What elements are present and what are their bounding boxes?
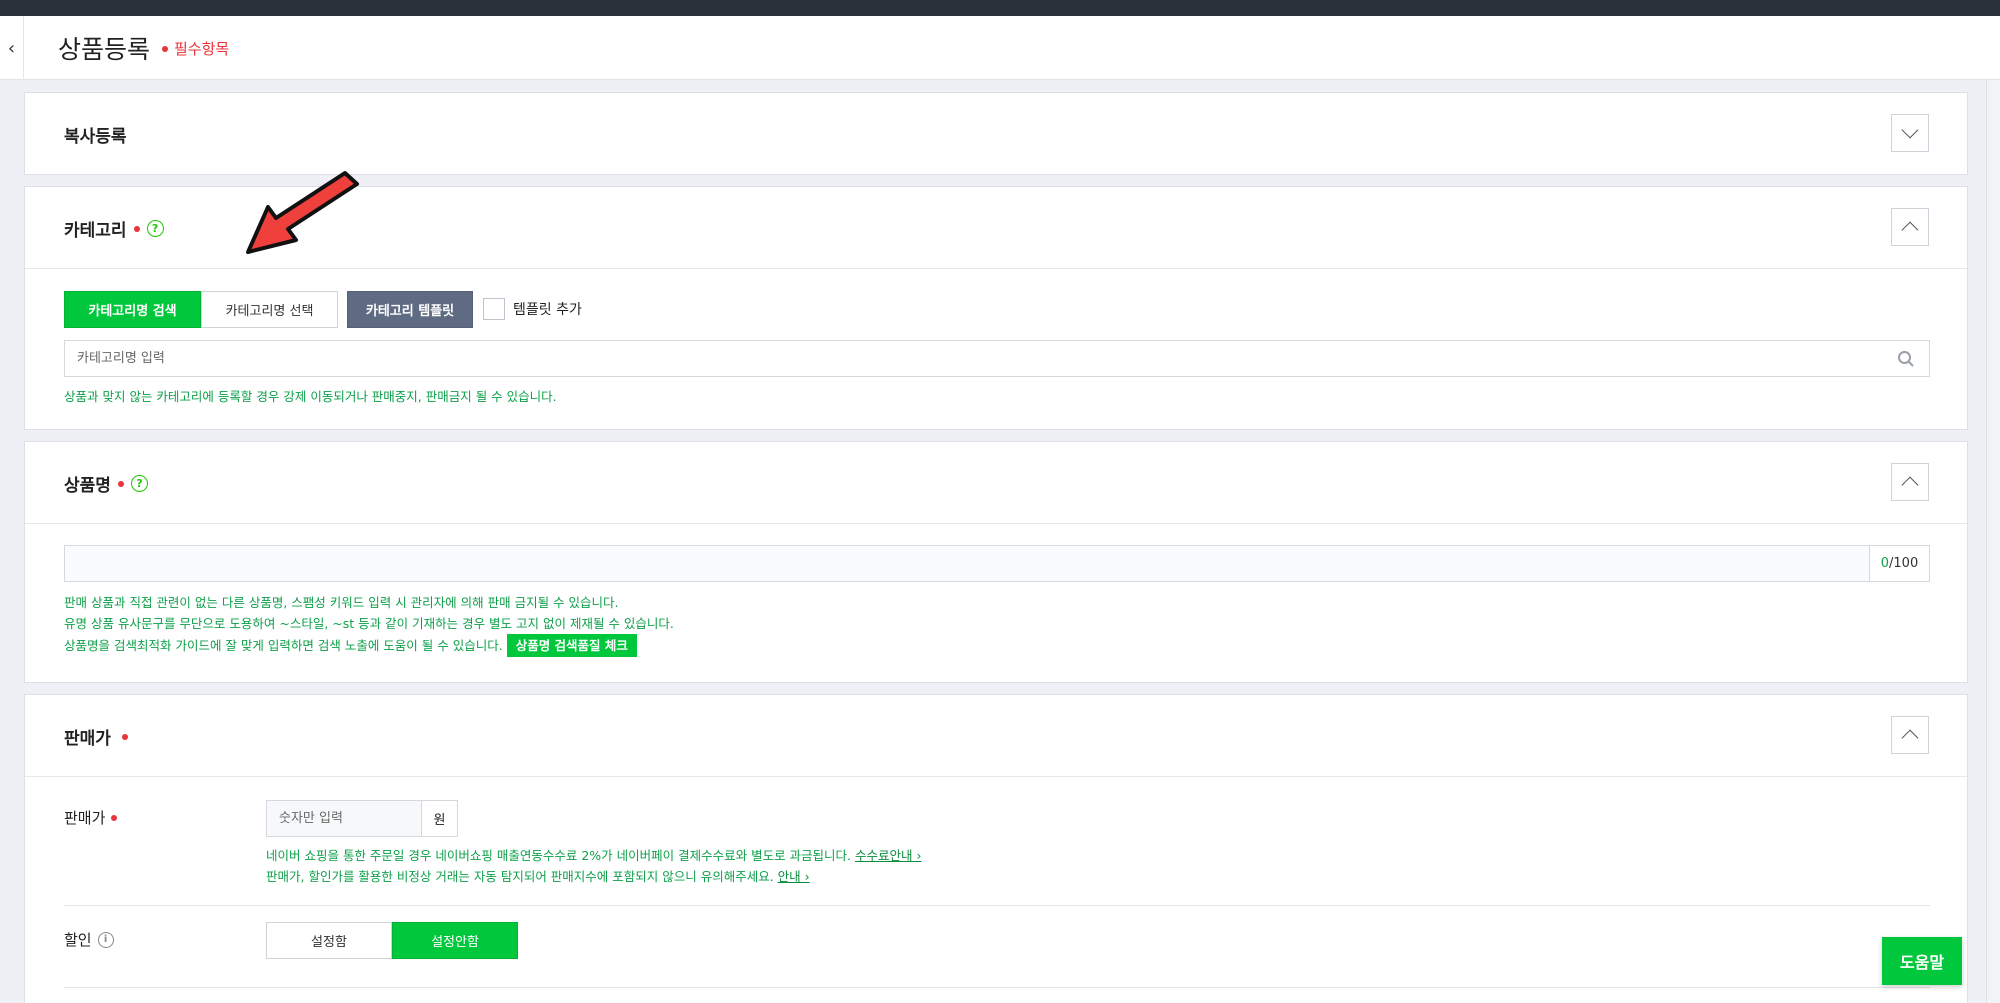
divider (64, 987, 1930, 988)
abnormal-trade-guide-link[interactable]: 안내 › (778, 869, 810, 884)
required-dot-icon (162, 45, 168, 52)
price-input[interactable] (267, 801, 417, 836)
currency-unit: 원 (421, 801, 457, 836)
discount-label: 할인 i (64, 929, 114, 950)
tab-category-search[interactable]: 카테고리명 검색 (64, 291, 201, 328)
note-line: 판매가, 할인가를 활용한 비정상 거래는 자동 탐지되어 판매지수에 포함되지… (266, 866, 921, 887)
required-note-text: 필수항목 (174, 40, 230, 58)
product-name-field: 0/100 (64, 545, 1930, 582)
collapse-section-button[interactable] (1891, 716, 1929, 754)
category-warning-note: 상품과 맞지 않는 카테고리에 등록할 경우 강제 이동되거나 판매중지, 판매… (64, 389, 557, 404)
quality-check-button[interactable]: 상품명 검색품질 체크 (506, 634, 637, 657)
category-search-input[interactable] (65, 341, 1929, 376)
annotation-arrow-icon (246, 171, 359, 254)
help-circle-icon[interactable]: ? (130, 475, 148, 492)
copy-register-section: 복사등록 (24, 92, 1968, 175)
note-line: 상품명을 검색최적화 가이드에 잘 맞게 입력하면 검색 노출에 도움이 될 수… (64, 634, 674, 657)
required-dot-icon (121, 733, 128, 740)
template-add-checkbox[interactable] (483, 298, 505, 320)
chevron-up-icon (1901, 729, 1919, 747)
section-title: 복사등록 (64, 127, 127, 147)
product-name-title: 상품명 ? (64, 471, 148, 496)
note-text: 상품명을 검색최적화 가이드에 잘 맞게 입력하면 검색 노출에 도움이 될 수… (64, 638, 503, 653)
price-label: 판매가 (64, 807, 118, 828)
tab-category-select[interactable]: 카테고리명 선택 (201, 291, 338, 328)
required-dot-icon (111, 814, 118, 821)
note-text: 네이버 쇼핑을 통한 주문일 경우 네이버쇼핑 매출연동수수료 2%가 네이버페… (266, 848, 852, 863)
category-title: 카테고리 ? (64, 216, 164, 241)
required-dot-icon (133, 225, 140, 232)
search-icon[interactable] (1897, 350, 1915, 368)
note-text: 판매가, 할인가를 활용한 비정상 거래는 자동 탐지되어 판매지수에 포함되지… (266, 869, 774, 884)
price-notes: 네이버 쇼핑을 통한 주문일 경우 네이버쇼핑 매출연동수수료 2%가 네이버페… (266, 845, 921, 887)
product-name-input[interactable] (65, 546, 1871, 581)
chevron-down-icon (1901, 121, 1919, 139)
section-title: 카테고리 (64, 221, 127, 241)
product-name-notes: 판매 상품과 직접 관련이 없는 다른 상품명, 스팸성 키워드 입력 시 관리… (64, 592, 674, 657)
char-counter: 0/100 (1869, 546, 1929, 581)
chevron-up-icon (1901, 476, 1919, 494)
template-add-label: 템플릿 추가 (513, 302, 582, 318)
price-field: 원 (266, 800, 458, 837)
char-counter-current: 0 (1880, 556, 1890, 571)
expand-section-button[interactable] (1891, 114, 1929, 152)
discount-on-button[interactable]: 설정함 (266, 922, 392, 959)
price-label-text: 판매가 (64, 809, 106, 827)
required-note: 필수항목 (162, 38, 229, 59)
help-circle-icon[interactable]: ? (146, 220, 164, 237)
chevron-left-icon[interactable]: ‹ (0, 16, 24, 80)
top-bar (0, 0, 2000, 16)
required-dot-icon (117, 480, 124, 487)
char-counter-max: /100 (1889, 556, 1919, 571)
discount-label-text: 할인 (64, 931, 92, 949)
collapse-section-button[interactable] (1891, 463, 1929, 501)
discount-off-button[interactable]: 설정안함 (392, 922, 518, 959)
note-line: 네이버 쇼핑을 통한 주문일 경우 네이버쇼핑 매출연동수수료 2%가 네이버페… (266, 845, 921, 866)
price-section: 판매가 판매가 원 네이버 쇼핑을 통한 주문일 경우 네이버쇼핑 매출연동수수… (24, 694, 1968, 1003)
collapse-section-button[interactable] (1891, 208, 1929, 246)
help-button[interactable]: 도움말 (1882, 937, 1962, 985)
chevron-up-icon (1901, 221, 1919, 239)
info-circle-icon[interactable]: i (97, 931, 114, 948)
section-title: 판매가 (64, 729, 111, 749)
page-scrollbar[interactable] (1986, 80, 2000, 1003)
price-title: 판매가 (64, 724, 128, 749)
note-line: 판매 상품과 직접 관련이 없는 다른 상품명, 스팸성 키워드 입력 시 관리… (64, 595, 619, 610)
category-template-button[interactable]: 카테고리 템플릿 (347, 291, 473, 328)
divider (64, 905, 1930, 906)
note-line: 유명 상품 유사문구를 무단으로 도용하여 ~스타일, ~st 등과 같이 기재… (64, 616, 674, 631)
product-name-section: 상품명 ? 0/100 판매 상품과 직접 관련이 없는 다른 상품명, 스팸성… (24, 441, 1968, 683)
category-search-field (64, 340, 1930, 377)
page-header: ‹ 상품등록 필수항목 (0, 16, 2000, 80)
fee-guide-link[interactable]: 수수료안내 › (855, 848, 921, 863)
page-title: 상품등록 (58, 35, 151, 64)
section-title: 상품명 (64, 476, 111, 496)
